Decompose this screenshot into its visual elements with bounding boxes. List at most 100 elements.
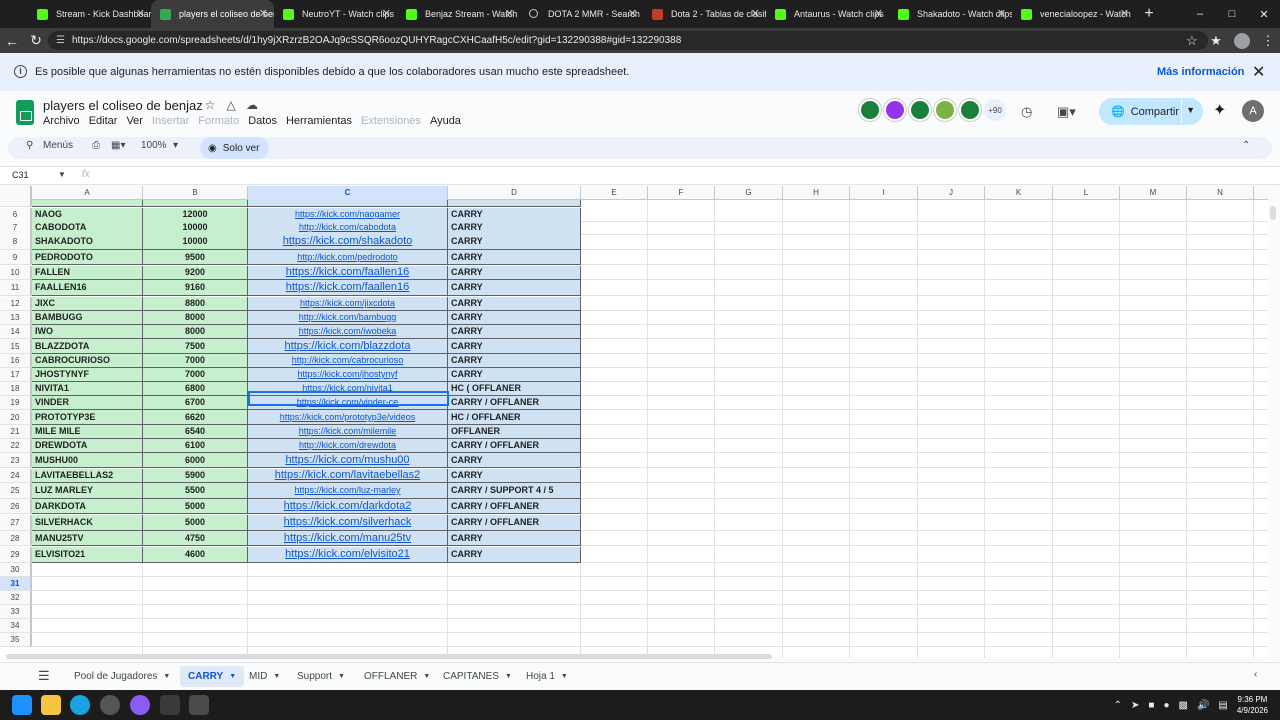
mmr-cell[interactable]: 9200 — [143, 266, 248, 280]
role-cell[interactable]: CARRY — [448, 547, 581, 563]
browser-tab[interactable]: Stream - Kick Dashboard ✕ — [28, 0, 151, 28]
app-icon[interactable] — [160, 695, 180, 715]
chevron-down-icon[interactable]: ▼ — [423, 673, 430, 680]
chevron-down-icon[interactable]: ▼ — [229, 673, 236, 680]
sheet-tab[interactable]: OFFLANER ▼ — [356, 666, 438, 687]
row-number[interactable]: 13 — [0, 311, 32, 325]
role-cell[interactable]: HC ( OFFLANER — [448, 382, 581, 396]
volume-icon[interactable]: 🔊 — [1197, 700, 1209, 711]
display-icon[interactable]: ▩ — [1179, 700, 1188, 711]
role-cell[interactable]: CARRY — [448, 208, 581, 222]
mmr-cell[interactable]: 4750 — [143, 531, 248, 546]
column-header-d[interactable]: D — [448, 186, 581, 200]
player-name-cell[interactable]: NAOG — [32, 208, 143, 222]
cloud-status-icon[interactable]: ☁ — [245, 98, 259, 112]
print-icon[interactable]: ⎙ — [92, 140, 100, 151]
row-number[interactable]: 32 — [0, 591, 32, 605]
row-number[interactable]: 24 — [0, 469, 32, 483]
column-header-a[interactable]: A — [32, 186, 143, 200]
sheets-logo-icon[interactable] — [16, 100, 34, 125]
row-number[interactable]: 27 — [0, 515, 32, 531]
user-avatar[interactable]: A — [1242, 100, 1264, 122]
close-tab-icon[interactable]: ✕ — [1120, 7, 1129, 20]
row-number[interactable]: 35 — [0, 633, 32, 647]
mmr-cell[interactable]: 4600 — [143, 547, 248, 563]
row-number[interactable]: 6 — [0, 208, 32, 222]
column-header-n[interactable]: N — [1187, 186, 1254, 200]
doc-title[interactable]: players el coliseo de benjaz — [43, 98, 203, 113]
row-number[interactable]: 31 — [0, 577, 32, 591]
player-name-cell[interactable]: LUZ MARLEY — [32, 483, 143, 499]
horizontal-scrollbar[interactable] — [6, 654, 772, 659]
kick-link-cell[interactable]: https://kick.com/mushu00 — [248, 453, 448, 468]
role-cell[interactable]: OFFLANER — [448, 425, 581, 439]
mmr-cell[interactable]: 5500 — [143, 483, 248, 499]
url-field[interactable]: ☰ https://docs.google.com/spreadsheets/d… — [48, 31, 1208, 50]
more-collaborators-badge[interactable]: +90 — [984, 99, 1006, 121]
sheet-tab[interactable]: Hoja 1 ▼ — [518, 666, 576, 687]
chevron-down-icon[interactable]: ▼ — [338, 673, 345, 680]
spreadsheet-grid[interactable]: ABCDEFGHIJKLMN 6 NAOG 12000 https://kick.co… — [0, 186, 1268, 658]
row-number[interactable]: 14 — [0, 325, 32, 339]
row-number[interactable]: 26 — [0, 499, 32, 514]
mmr-cell[interactable]: 10000 — [143, 234, 248, 250]
player-name-cell[interactable]: ELVISITO21 — [32, 547, 143, 563]
mmr-cell[interactable]: 9500 — [143, 250, 248, 265]
tray-app-icon[interactable]: ■ — [1148, 700, 1154, 711]
history-icon[interactable]: ◷ — [1021, 104, 1032, 120]
row-number[interactable]: 10 — [0, 266, 32, 280]
scroll-left-icon[interactable]: ‹ — [1254, 669, 1257, 680]
menu-datos[interactable]: Datos — [248, 115, 286, 127]
mmr-cell[interactable]: 6100 — [143, 439, 248, 453]
selected-cell[interactable] — [248, 391, 449, 406]
role-cell[interactable]: CARRY / OFFLANER — [448, 396, 581, 410]
browser-tab[interactable]: Shakadoto - Watch clips ✕ — [889, 0, 1012, 28]
kick-link-cell[interactable]: http://kick.com/cabrocurioso — [248, 354, 448, 368]
close-tab-icon[interactable]: ✕ — [628, 7, 637, 20]
discord-icon[interactable] — [130, 695, 150, 715]
edge-icon[interactable] — [70, 695, 90, 715]
close-tab-icon[interactable]: ✕ — [505, 7, 514, 20]
search-icon[interactable]: ⚲ — [26, 140, 33, 151]
row-number[interactable]: 20 — [0, 410, 32, 425]
column-header-j[interactable]: J — [918, 186, 985, 200]
role-cell[interactable]: CARRY — [448, 325, 581, 339]
player-name-cell[interactable]: BLAZZDOTA — [32, 339, 143, 354]
row-number[interactable]: 22 — [0, 439, 32, 453]
tray-app-icon[interactable]: ➤ — [1131, 700, 1139, 711]
role-cell[interactable]: CARRY / OFFLANER — [448, 439, 581, 453]
row-number[interactable]: 11 — [0, 280, 32, 296]
close-tab-icon[interactable]: ✕ — [382, 7, 391, 20]
role-cell[interactable]: CARRY — [448, 280, 581, 296]
kick-link-cell[interactable]: http://kick.com/drewdota — [248, 439, 448, 453]
collaborator-avatar[interactable] — [959, 99, 981, 121]
player-name-cell[interactable]: DARKDOTA — [32, 499, 143, 514]
player-name-cell[interactable]: LAVITAEBELLAS2 — [32, 469, 143, 483]
menu-ayuda[interactable]: Ayuda — [430, 115, 470, 127]
close-tab-icon[interactable]: ✕ — [997, 7, 1006, 20]
mmr-cell[interactable]: 12000 — [143, 208, 248, 222]
site-info-icon[interactable]: ☰ — [56, 35, 67, 46]
mmr-cell[interactable]: 6000 — [143, 453, 248, 468]
chevron-down-icon[interactable]: ▼ — [561, 673, 568, 680]
browser-tab[interactable]: Dota 2 - Tablas de clasif ✕ — [643, 0, 766, 28]
browser-tab[interactable]: DOTA 2 MMR - Search ✕ — [520, 0, 643, 28]
bookmarks-icon[interactable]: ★ — [1204, 30, 1228, 52]
row-number[interactable]: 15 — [0, 339, 32, 354]
role-cell[interactable]: CARRY — [448, 250, 581, 265]
kick-link-cell[interactable]: https://kick.com/elvisito21 — [248, 547, 448, 563]
chevron-down-icon[interactable]: ▾ — [173, 140, 178, 151]
gemini-sparkle-icon[interactable]: ✦ — [1213, 100, 1226, 120]
player-name-cell[interactable]: DREWDOTA — [32, 439, 143, 453]
mmr-cell[interactable]: 5900 — [143, 469, 248, 483]
kick-link-cell[interactable]: https://kick.com/prototyp3e/videos — [248, 410, 448, 425]
mmr-cell[interactable]: 7000 — [143, 354, 248, 368]
mmr-cell[interactable]: 10000 — [143, 221, 248, 235]
all-sheets-icon[interactable]: ☰ — [38, 668, 50, 684]
zoom-select[interactable]: 100% — [141, 140, 167, 151]
kick-link-cell[interactable]: https://kick.com/naogamer — [248, 208, 448, 222]
player-name-cell[interactable]: IWO — [32, 325, 143, 339]
chevron-up-icon[interactable]: ⌃ — [1114, 700, 1122, 711]
chevron-down-icon[interactable]: ▼ — [58, 170, 66, 179]
view-only-chip[interactable]: ◉ Solo ver — [200, 137, 270, 159]
